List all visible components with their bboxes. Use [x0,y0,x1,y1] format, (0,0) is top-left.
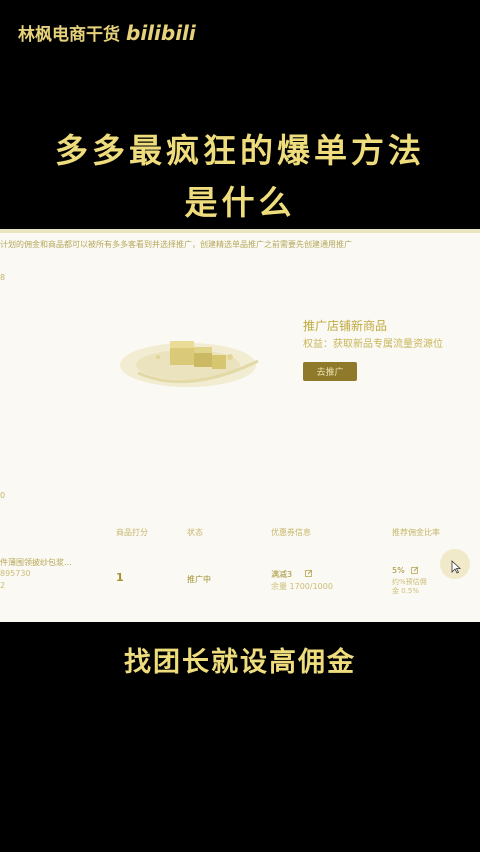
commission-rate: 5% [392,566,405,575]
video-title-line-1: 多多最疯狂的爆单方法 [55,131,425,170]
gift-box-illustration [120,341,259,387]
video-title-line-2: 是什么 [184,183,296,222]
column-header-coupon: 优惠券信息 [271,528,311,537]
product-name[interactable]: 件薄围领披纱包浆... [0,557,72,568]
notice-text: 计划的佣金和商品都可以被所有多多客看到并选择推广，创建精选单品推广之前需要先创建… [0,240,352,249]
column-header-score: 商品打分 [116,528,148,537]
status-badge: 推广中 [187,575,211,584]
product-score: 1 [116,571,124,584]
screen-recording: 计划的佣金和商品都可以被所有多多客看到并选择推广，创建精选单品推广之前需要先创建… [0,229,480,622]
coupon-info: 满减3 [271,570,293,579]
edit-icon[interactable] [411,566,419,574]
product-mark: 2 [0,581,6,590]
go-promote-button[interactable]: 去推广 [303,362,357,381]
bilibili-logo: bilibili [126,20,196,45]
channel-name: 林枫电商干货 [18,25,120,45]
cursor-icon [451,560,461,574]
promo-description: 权益：获取新品专属流量资源位 [303,339,443,350]
edit-icon[interactable] [305,569,313,577]
side-mark: 0 [0,491,6,500]
side-mark: 8 [0,273,6,282]
column-header-status: 状态 [187,528,203,537]
top-strip [0,229,480,233]
product-id: 895730 [0,569,31,578]
commission-rate-note: 约%预估佣金 0.5% [392,578,427,595]
promo-title: 推广店铺新商品 [303,319,388,333]
coupon-remaining: 余量 1700/1000 [271,582,333,591]
watermark: 林枫电商干货 bilibili [18,20,196,46]
video-subtitle: 找团长就设高佣金 [124,647,356,678]
column-header-commission: 推荐佣金比率 [392,528,440,537]
